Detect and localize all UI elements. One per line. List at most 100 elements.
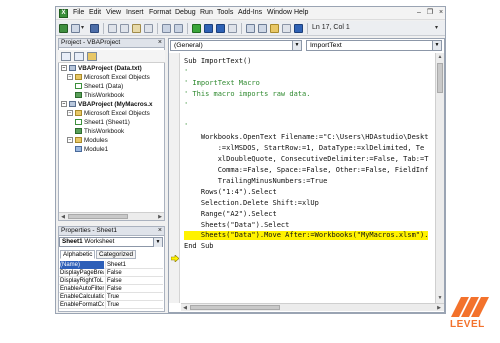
tree-item[interactable]: Sheet1 (Data) — [75, 83, 123, 91]
chevron-down-icon[interactable]: ▼ — [292, 41, 301, 50]
code-line[interactable]: ' — [184, 122, 188, 131]
collapse-icon[interactable]: − — [61, 101, 67, 108]
property-value[interactable]: False — [105, 285, 161, 293]
menu-view[interactable]: View — [106, 9, 121, 16]
menu-file[interactable]: File — [73, 9, 84, 16]
scrollbar-thumb[interactable] — [437, 63, 443, 93]
cut-icon[interactable] — [108, 24, 117, 33]
property-row[interactable]: DisplayRightToL False — [59, 277, 163, 285]
menu-run[interactable]: Run — [200, 9, 213, 16]
tab-alphabetic[interactable]: Alphabetic — [60, 250, 96, 259]
code-margin-indicator-bar[interactable] — [169, 53, 180, 303]
scroll-right-icon[interactable]: ▶ — [156, 213, 164, 221]
restore-icon[interactable]: ❐ — [426, 9, 434, 17]
chevron-down-icon[interactable]: ▼ — [432, 41, 441, 50]
properties-object-select[interactable]: Sheet1 Worksheet ▼ — [59, 237, 163, 247]
property-value[interactable]: True — [105, 293, 161, 301]
current-code-line[interactable]: Sheets("Data").Move After:=Workbooks("My… — [184, 231, 429, 241]
object-browser-icon[interactable] — [270, 24, 279, 33]
tree-item[interactable]: − Microsoft Excel Objects — [67, 110, 150, 118]
scroll-right-icon[interactable]: ▶ — [435, 304, 443, 312]
property-row[interactable]: (Name) Sheet1 — [59, 261, 163, 269]
menu-debug[interactable]: Debug — [175, 9, 196, 16]
menu-edit[interactable]: Edit — [89, 9, 101, 16]
property-row[interactable]: DisplayPageBrea False — [59, 269, 163, 277]
code-horizontal-scrollbar[interactable]: ◀ ▶ — [181, 303, 444, 311]
tree-item[interactable]: − VBAProject (MyMacros.x — [61, 101, 153, 109]
break-icon[interactable] — [204, 24, 213, 33]
property-value[interactable]: False — [105, 277, 161, 285]
property-row[interactable]: EnableCalculatio True — [59, 293, 163, 301]
tree-item[interactable]: − VBAProject (Data.txt) — [61, 65, 142, 73]
scrollbar-thumb[interactable] — [190, 305, 280, 310]
collapse-icon[interactable]: − — [67, 137, 73, 144]
code-line[interactable]: ' ImportText Macro — [184, 79, 260, 88]
close-icon[interactable]: × — [158, 39, 162, 47]
menu-format[interactable]: Format — [149, 9, 171, 16]
find-icon[interactable] — [144, 24, 153, 33]
collapse-icon[interactable]: − — [67, 74, 73, 81]
tree-item[interactable]: − Microsoft Excel Objects — [67, 74, 150, 82]
design-mode-icon[interactable] — [228, 24, 237, 33]
view-code-icon[interactable] — [61, 52, 71, 61]
vba-app-icon[interactable]: X — [59, 9, 68, 18]
tree-item[interactable]: Sheet1 (Sheet1) — [75, 119, 130, 127]
code-line[interactable]: xlDoubleQuote, ConsecutiveDelimiter:=Fal… — [184, 155, 429, 164]
menu-add-ins[interactable]: Add-Ins — [238, 9, 262, 16]
scroll-down-icon[interactable]: ▼ — [436, 294, 444, 302]
toolbox-icon[interactable] — [282, 24, 291, 33]
redo-icon[interactable] — [174, 24, 183, 33]
code-line[interactable]: Selection.Delete Shift:=xlUp — [184, 199, 319, 208]
code-line[interactable]: Comma:=False, Space:=False, Other:=False… — [184, 166, 429, 175]
paste-icon[interactable] — [132, 24, 141, 33]
run-icon[interactable] — [192, 24, 201, 33]
undo-icon[interactable] — [162, 24, 171, 33]
properties-window-icon[interactable] — [258, 24, 267, 33]
save-icon[interactable] — [90, 24, 99, 33]
menu-window[interactable]: Window — [267, 9, 292, 16]
scroll-up-icon[interactable]: ▲ — [436, 53, 444, 61]
procedure-combo[interactable]: ImportText ▼ — [306, 40, 442, 51]
code-line[interactable]: ' — [184, 68, 188, 77]
menu-help[interactable]: Help — [294, 9, 308, 16]
project-horizontal-scrollbar[interactable]: ◀ ▶ — [59, 212, 164, 220]
tab-categorized[interactable]: Categorized — [96, 250, 136, 259]
code-line[interactable]: :=xlMSDOS, StartRow:=1, DataType:=xlDeli… — [184, 144, 425, 153]
insert-userform-icon[interactable] — [71, 24, 80, 33]
chevron-down-icon[interactable]: ▾ — [435, 25, 442, 32]
menu-insert[interactable]: Insert — [126, 9, 144, 16]
object-combo[interactable]: (General) ▼ — [170, 40, 302, 51]
toggle-folders-icon[interactable] — [87, 52, 97, 61]
project-explorer-icon[interactable] — [246, 24, 255, 33]
code-line[interactable]: End Sub — [184, 242, 214, 251]
code-line[interactable]: Sheets("Data").Select — [184, 221, 290, 230]
scroll-left-icon[interactable]: ◀ — [59, 213, 67, 221]
scrollbar-thumb[interactable] — [68, 214, 128, 219]
code-line[interactable]: Rows("1:4").Select — [184, 188, 277, 197]
chevron-down-icon[interactable]: ▾ — [81, 25, 88, 32]
close-icon[interactable]: × — [158, 227, 162, 235]
tree-item[interactable]: Module1 — [75, 146, 108, 154]
reset-icon[interactable] — [216, 24, 225, 33]
collapse-icon[interactable]: − — [67, 110, 73, 117]
code-line[interactable]: Workbooks.OpenText Filename:="C:\Users\H… — [184, 133, 429, 142]
view-object-icon[interactable] — [74, 52, 84, 61]
property-row[interactable]: EnableAutoFilter False — [59, 285, 163, 293]
property-value[interactable]: False — [105, 269, 161, 277]
code-line[interactable]: Range("A2").Select — [184, 210, 277, 219]
code-line[interactable]: ' — [184, 101, 188, 110]
help-icon[interactable] — [294, 24, 303, 33]
minimize-icon[interactable]: – — [415, 9, 423, 17]
scroll-left-icon[interactable]: ◀ — [181, 304, 189, 312]
code-vertical-scrollbar[interactable]: ▲ ▼ — [435, 53, 444, 303]
copy-icon[interactable] — [120, 24, 129, 33]
tree-item[interactable]: ThisWorkbook — [75, 128, 124, 136]
code-line[interactable]: TrailingMinusNumbers:=True — [184, 177, 328, 186]
code-line[interactable]: Sub ImportText() — [184, 57, 251, 66]
close-icon[interactable]: × — [437, 9, 445, 17]
tree-item[interactable]: − Modules — [67, 137, 108, 145]
collapse-icon[interactable]: − — [61, 65, 67, 72]
chevron-down-icon[interactable]: ▼ — [153, 238, 162, 247]
code-editor[interactable]: Sub ImportText() ' ' ImportText Macro ' Thi… — [181, 53, 434, 303]
property-value[interactable]: Sheet1 — [105, 261, 161, 269]
